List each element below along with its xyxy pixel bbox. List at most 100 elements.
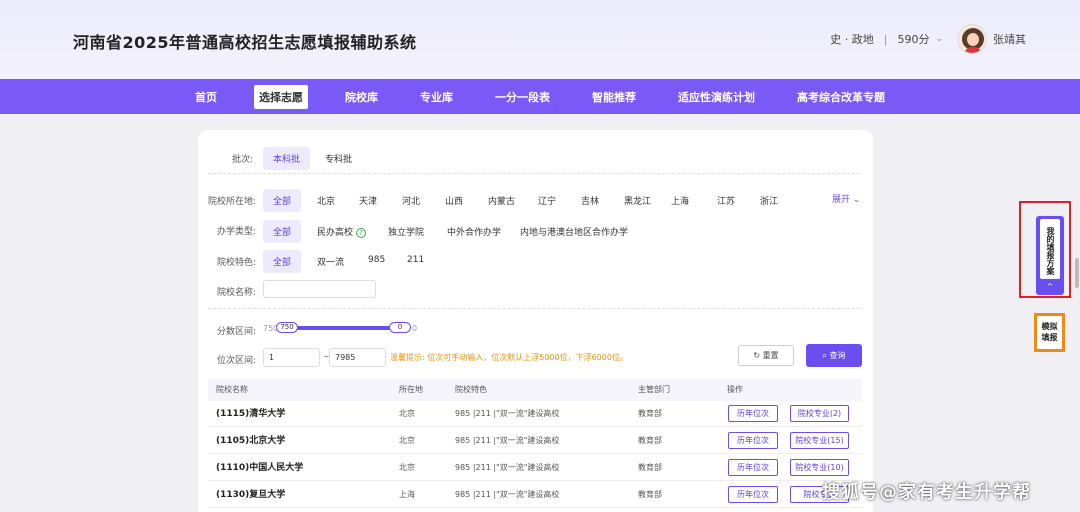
college-features: 985 |211 |"双一流"建设高校 [455,436,560,445]
type-chip[interactable]: 独立学院 [378,220,434,243]
filter-card: 批次: 本科批 专科批 院校所在地: 全部 北京 天津 河北 山西 内蒙古 辽宁… [198,130,873,512]
location-chip[interactable]: 吉林 [571,189,609,212]
feature-chip[interactable]: 985 [358,250,395,270]
user-info[interactable]: 史 · 政地 | 590分 ⌄ 张靖其 [830,22,1026,56]
nav-college-library[interactable]: 院校库 [340,85,383,109]
college-location: 北京 [399,436,415,445]
location-all-chip[interactable]: 全部 [263,189,302,212]
table-row: (1110)中国人民大学 北京 985 |211 |"双一流"建设高校 教育部 … [208,455,862,481]
location-chip[interactable]: 黑龙江 [614,189,661,212]
watermark: 搜狐号@家有考生升学帮 [822,482,1031,503]
username: 张靖其 [993,33,1026,46]
college-name-input[interactable] [263,280,376,298]
score-slider-track[interactable] [288,326,398,330]
header: 河南省2025年普通高校招生志愿填报辅助系统 史 · 政地 | 590分 ⌄ 张… [0,0,1080,79]
col-actions: 操作 [727,385,743,394]
college-name[interactable]: (1115)清华大学 [216,401,285,427]
location-chip[interactable]: 辽宁 [528,189,566,212]
location-label: 院校所在地: [208,197,257,207]
score-max-label: 0 [412,324,418,333]
avatar[interactable] [957,24,987,54]
history-rank-button[interactable]: 历年位次 [728,405,778,422]
table-row: (1105)北京大学 北京 985 |211 |"双一流"建设高校 教育部 历年… [208,428,862,454]
help-icon[interactable]: ? [356,227,367,238]
col-dept: 主管部门 [638,385,670,394]
history-rank-button[interactable]: 历年位次 [728,459,778,476]
reset-label: 重置 [762,351,779,360]
my-plan-label[interactable]: 我的填报方案 [1040,219,1060,279]
chevron-up-icon[interactable]: ^ [1036,282,1064,291]
type-all-chip[interactable]: 全部 [263,220,302,243]
type-chip[interactable]: 中外合作办学 [437,220,511,243]
history-rank-button[interactable]: 历年位次 [728,486,778,503]
rank-hint: 温馨提示: 位次可手动输入，位次默认上浮5000位，下浮6000位。 [390,353,628,362]
nav-practice-plan[interactable]: 适应性演练计划 [673,85,760,109]
nav-score-table[interactable]: 一分一段表 [490,85,555,109]
location-chip[interactable]: 江苏 [707,189,745,212]
scrollbar[interactable] [1075,258,1079,288]
college-location: 上海 [399,490,415,499]
location-chip[interactable]: 天津 [349,189,387,212]
college-majors-button[interactable]: 院校专业(10) [790,459,849,476]
table-row: (1130)复旦大学 上海 985 |211 |"双一流"建设高校 教育部 历年… [208,482,862,508]
type-private-chip[interactable]: 民办高校? [307,220,376,243]
college-features: 985 |211 |"双一流"建设高校 [455,463,560,472]
batch-undergrad-chip[interactable]: 本科批 [263,147,311,170]
score-slider-thumb-right[interactable]: 0 [389,322,411,333]
subject-combo: 史 · 政地 [830,33,874,46]
search-icon: ⌕ [822,351,830,360]
college-location: 北京 [399,463,415,472]
chevron-down-icon[interactable]: ⌄ [935,34,943,44]
table-header: 院校名称 所在地 院校特色 主管部门 操作 [208,379,862,401]
location-chip[interactable]: 上海 [661,189,699,212]
mock-fill-button[interactable]: 模拟填报 [1034,313,1065,352]
feature-all-chip[interactable]: 全部 [263,250,302,273]
separator: | [883,32,888,46]
college-majors-button[interactable]: 院校专业(2) [790,405,849,422]
nav-smart-recommend[interactable]: 智能推荐 [587,85,641,109]
feature-chip[interactable]: 211 [397,250,434,270]
college-name[interactable]: (1105)北京大学 [216,428,285,454]
score-range-label: 分数区间: [217,327,257,337]
type-chip[interactable]: 内地与港澳台地区合作办学 [510,220,638,243]
col-features: 院校特色 [455,385,487,394]
college-name[interactable]: (1110)中国人民大学 [216,455,303,481]
rank-to-input[interactable]: 7985 [329,348,386,367]
feature-label: 院校特色: [217,258,257,268]
batch-junior-chip[interactable]: 专科批 [315,147,362,170]
score-slider-thumb-left[interactable]: 750 [276,322,298,333]
college-location: 北京 [399,409,415,418]
college-features: 985 |211 |"双一流"建设高校 [455,409,560,418]
location-chip[interactable]: 浙江 [750,189,788,212]
query-label: 查询 [829,351,846,360]
history-rank-button[interactable]: 历年位次 [728,432,778,449]
college-name[interactable]: (1130)复旦大学 [216,482,285,508]
batch-label: 批次: [232,155,254,165]
nav-home[interactable]: 首页 [190,85,222,109]
nav-choose-volunteer[interactable]: 选择志愿 [254,84,308,109]
college-majors-button[interactable]: 院校专业(15) [790,432,849,449]
my-plan-panel[interactable]: 我的填报方案 ^ [1036,216,1064,295]
expand-toggle[interactable]: 展开 ⌄ [832,192,860,205]
location-chip[interactable]: 内蒙古 [478,189,525,212]
table-row: (1115)清华大学 北京 985 |211 |"双一流"建设高校 教育部 历年… [208,401,862,427]
col-name: 院校名称 [216,385,248,394]
feature-chip[interactable]: 双一流 [307,250,354,273]
college-name-label: 院校名称: [217,288,257,298]
rank-from-input[interactable]: 1 [263,348,320,367]
divider [208,308,860,309]
location-chip[interactable]: 山西 [435,189,473,212]
query-button[interactable]: ⌕ 查询 [806,344,862,367]
refresh-icon: ↻ [753,351,763,360]
nav-reform-topic[interactable]: 高考综合改革专题 [792,85,890,109]
college-dept: 教育部 [638,436,662,445]
location-chip[interactable]: 北京 [307,189,345,212]
reset-button[interactable]: ↻ 重置 [738,345,794,366]
school-type-label: 办学类型: [217,227,257,237]
college-features: 985 |211 |"双一流"建设高校 [455,490,560,499]
location-chip[interactable]: 河北 [392,189,430,212]
nav-major-library[interactable]: 专业库 [415,85,458,109]
rank-range-label: 位次区间: [217,356,257,366]
college-dept: 教育部 [638,409,662,418]
col-location: 所在地 [399,385,423,394]
